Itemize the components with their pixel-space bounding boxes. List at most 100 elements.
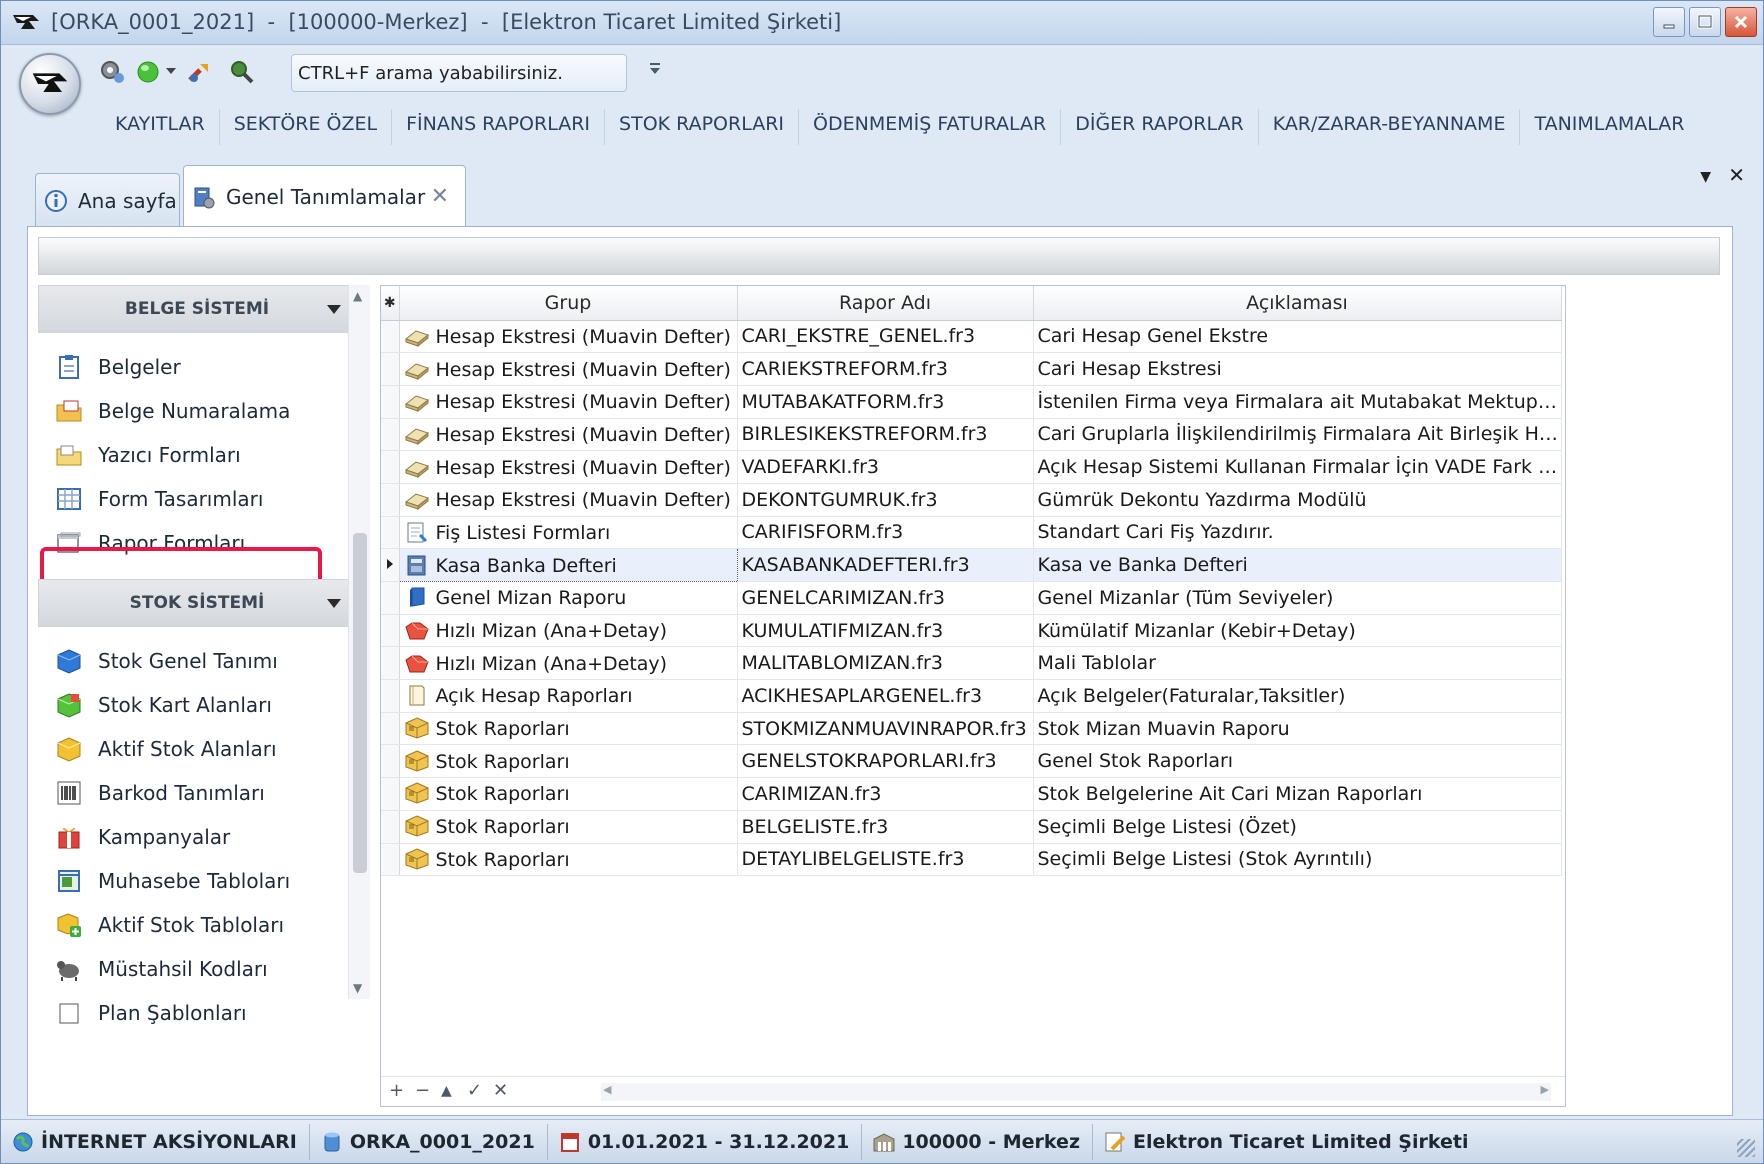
scroll-right-icon[interactable]: ▶ [1541, 1083, 1549, 1096]
menu-tanimlamalar[interactable]: TANIMLAMALAR [1520, 109, 1698, 145]
minimize-button[interactable] [1653, 7, 1685, 37]
post-record-button[interactable]: ✓ [467, 1080, 482, 1101]
table-row[interactable]: Fiş Listesi Formları CARIFISFORM.fr3 Stand… [381, 516, 1562, 550]
cancel-record-button[interactable]: ✕ [493, 1080, 508, 1101]
group-stok-sistemi[interactable]: STOK SİSTEMİ [38, 579, 356, 627]
menu-kar-zarar-beyanname[interactable]: KAR/ZARAR-BEYANNAME [1259, 109, 1521, 145]
sidebar-item-aktif-stok-tablolari[interactable]: Aktif Stok Tabloları [54, 905, 334, 945]
sidebar-item-form-tasarimlari[interactable]: Form Tasarımları [54, 479, 334, 519]
tab-ana-sayfa[interactable]: Ana sayfa [35, 173, 180, 227]
maximize-button[interactable] [1689, 7, 1721, 37]
table-row[interactable]: Hesap Ekstresi (Muavin Defter) MUTABAKATF… [381, 385, 1562, 419]
tools-button[interactable] [185, 57, 215, 87]
sidebar-item-belge-numaralama[interactable]: Belge Numaralama [54, 391, 334, 431]
delete-record-button[interactable]: − [415, 1080, 430, 1101]
column-header-aciklamasi[interactable]: Açıklaması [1033, 286, 1562, 321]
cell-rapor-adi[interactable]: BELGELISTE.fr3 [737, 810, 1034, 844]
cell-grup[interactable]: Hesap Ekstresi (Muavin Defter) [399, 450, 738, 484]
new-row-indicator[interactable]: ✱ [381, 286, 400, 321]
cell-grup[interactable]: Hızlı Mizan (Ana+Detay) [399, 646, 738, 681]
status-branch[interactable]: 100000 - Merkez [862, 1123, 1093, 1160]
close-window-button[interactable] [1725, 7, 1757, 37]
cell-grup[interactable]: Fiş Listesi Formları [399, 516, 738, 550]
cell-grup[interactable]: Hesap Ekstresi (Muavin Defter) [399, 483, 738, 517]
sidebar-item-muhasebe-tablolari[interactable]: Muhasebe Tabloları [54, 861, 334, 901]
row-indicator[interactable] [381, 810, 400, 844]
cell-rapor-adi[interactable]: CARIEKSTREFORM.fr3 [737, 352, 1034, 386]
cell-rapor-adi[interactable]: DEKONTGUMRUK.fr3 [737, 483, 1034, 517]
cell-rapor-adi[interactable]: MUTABAKATFORM.fr3 [737, 385, 1034, 419]
table-row[interactable]: Stok Raporları GENELSTOKRAPORLARI.fr3 Gene… [381, 744, 1562, 779]
close-document-button[interactable]: ✕ [1728, 163, 1745, 187]
sidebar-item-kampanyalar[interactable]: Kampanyalar [54, 817, 334, 857]
cell-rapor-adi[interactable]: KUMULATIFMIZAN.fr3 [737, 614, 1034, 648]
cell-rapor-adi[interactable]: CARIFISFORM.fr3 [737, 516, 1034, 550]
cell-aciklamasi[interactable]: Kasa ve Banka Defteri [1033, 548, 1562, 582]
cell-rapor-adi[interactable]: GENELSTOKRAPORLARI.fr3 [737, 744, 1034, 779]
status-button[interactable] [133, 57, 163, 87]
table-row[interactable]: Stok Raporları DETAYLIBELGELISTE.fr3 Seçim… [381, 843, 1562, 877]
cell-grup[interactable]: Stok Raporları [399, 744, 738, 779]
sidebar-scrollbar[interactable]: ▲ ▼ [348, 285, 370, 999]
sidebar-item-stok-kart-alanlari[interactable]: Stok Kart Alanları [54, 685, 334, 725]
row-indicator[interactable] [381, 712, 400, 746]
cell-rapor-adi[interactable]: VADEFARKI.fr3 [737, 450, 1034, 484]
search-input[interactable]: CTRL+F arama yababilirsiniz. [291, 54, 627, 92]
status-company[interactable]: Elektron Ticaret Limited Şirketi [1093, 1124, 1480, 1160]
cell-grup[interactable]: Genel Mizan Raporu [399, 581, 738, 615]
cell-grup[interactable]: Kasa Banka Defteri [398, 548, 738, 582]
menu-diger-raporlar[interactable]: DİĞER RAPORLAR [1061, 109, 1259, 145]
cell-aciklamasi[interactable]: Kümülatif Mizanlar (Kebir+Detay) [1033, 614, 1562, 648]
scrollbar-thumb[interactable] [353, 533, 367, 873]
add-record-button[interactable]: + [389, 1080, 404, 1101]
cell-grup[interactable]: Stok Raporları [399, 843, 738, 877]
cell-rapor-adi[interactable]: ACIKHESAPLARGENEL.fr3 [737, 679, 1034, 713]
sidebar-item-yazici-formlari[interactable]: Yazıcı Formları [54, 435, 334, 475]
table-row[interactable]: Stok Raporları BELGELISTE.fr3 Seçimli Belg… [381, 810, 1562, 844]
row-indicator[interactable] [381, 320, 400, 354]
table-row[interactable]: Hızlı Mizan (Ana+Detay) MALITABLOMIZAN.fr… [381, 646, 1562, 681]
grid-horizontal-scrollbar[interactable]: ◀ ▶ [601, 1083, 1551, 1101]
scroll-left-icon[interactable]: ◀ [603, 1083, 611, 1096]
cell-aciklamasi[interactable]: Genel Stok Raporları [1033, 744, 1562, 779]
table-row[interactable]: Hesap Ekstresi (Muavin Defter) CARIEKSTRE… [381, 352, 1562, 386]
search-button[interactable] [227, 57, 257, 87]
sidebar-item-belgeler[interactable]: Belgeler [54, 347, 334, 387]
network-settings-button[interactable] [97, 57, 127, 87]
cell-rapor-adi[interactable]: MALITABLOMIZAN.fr3 [737, 646, 1034, 681]
table-row[interactable]: Hızlı Mizan (Ana+Detay) KUMULATIFMIZAN.fr… [381, 614, 1562, 648]
cell-grup[interactable]: Hesap Ekstresi (Muavin Defter) [399, 352, 738, 386]
cell-aciklamasi[interactable]: Açık Belgeler(Faturalar,Taksitler) [1033, 679, 1562, 713]
row-indicator[interactable] [381, 744, 400, 779]
scroll-up-icon[interactable]: ▲ [353, 289, 362, 303]
row-indicator[interactable] [381, 352, 400, 386]
sidebar-item-plan-sablonlari[interactable]: Plan Şablonları [54, 993, 334, 1033]
table-row[interactable]: Genel Mizan Raporu GENELCARIMIZAN.fr3 Gene… [381, 581, 1562, 615]
row-indicator[interactable] [381, 548, 400, 582]
menu-odenmemis-faturalar[interactable]: ÖDENMEMİŞ FATURALAR [799, 109, 1062, 145]
cell-rapor-adi[interactable]: BIRLESIKEKSTREFORM.fr3 [737, 418, 1034, 452]
cell-grup[interactable]: Stok Raporları [399, 810, 738, 844]
scroll-down-icon[interactable]: ▼ [353, 981, 362, 995]
row-indicator[interactable] [381, 777, 400, 811]
cell-rapor-adi[interactable]: KASABANKADEFTERI.fr3 [737, 548, 1034, 582]
cell-grup[interactable]: Açık Hesap Raporları [399, 679, 738, 713]
edit-record-button[interactable]: ▲ [441, 1083, 452, 1099]
menu-sektore-ozel[interactable]: SEKTÖRE ÖZEL [220, 109, 393, 145]
sidebar-item-barkod-tanimlari[interactable]: Barkod Tanımları [54, 773, 334, 813]
status-dropdown[interactable] [161, 57, 181, 87]
table-row[interactable]: Hesap Ekstresi (Muavin Defter) VADEFARKI.… [381, 450, 1562, 484]
tab-close-button[interactable]: ✕ [431, 184, 449, 209]
sidebar-item-stok-genel-tanimi[interactable]: Stok Genel Tanımı [54, 641, 334, 681]
row-indicator[interactable] [381, 843, 400, 877]
cell-aciklamasi[interactable]: Gümrük Dekontu Yazdırma Modülü [1033, 483, 1562, 517]
tab-genel-tanimlamalar[interactable]: Genel Tanımlamalar ✕ [183, 165, 466, 227]
sidebar-item-mustahsil-kodlari[interactable]: Müstahsil Kodları [54, 949, 334, 989]
cell-grup[interactable]: Hızlı Mizan (Ana+Detay) [399, 614, 738, 648]
row-indicator[interactable] [381, 614, 400, 648]
column-header-grup[interactable]: Grup [399, 286, 738, 321]
cell-aciklamasi[interactable]: Seçimli Belge Listesi (Stok Ayrıntılı) [1033, 843, 1562, 877]
cell-aciklamasi[interactable]: Stok Mizan Muavin Raporu [1033, 712, 1562, 746]
cell-aciklamasi[interactable]: Genel Mizanlar (Tüm Seviyeler) [1033, 581, 1562, 615]
row-indicator[interactable] [381, 418, 400, 452]
